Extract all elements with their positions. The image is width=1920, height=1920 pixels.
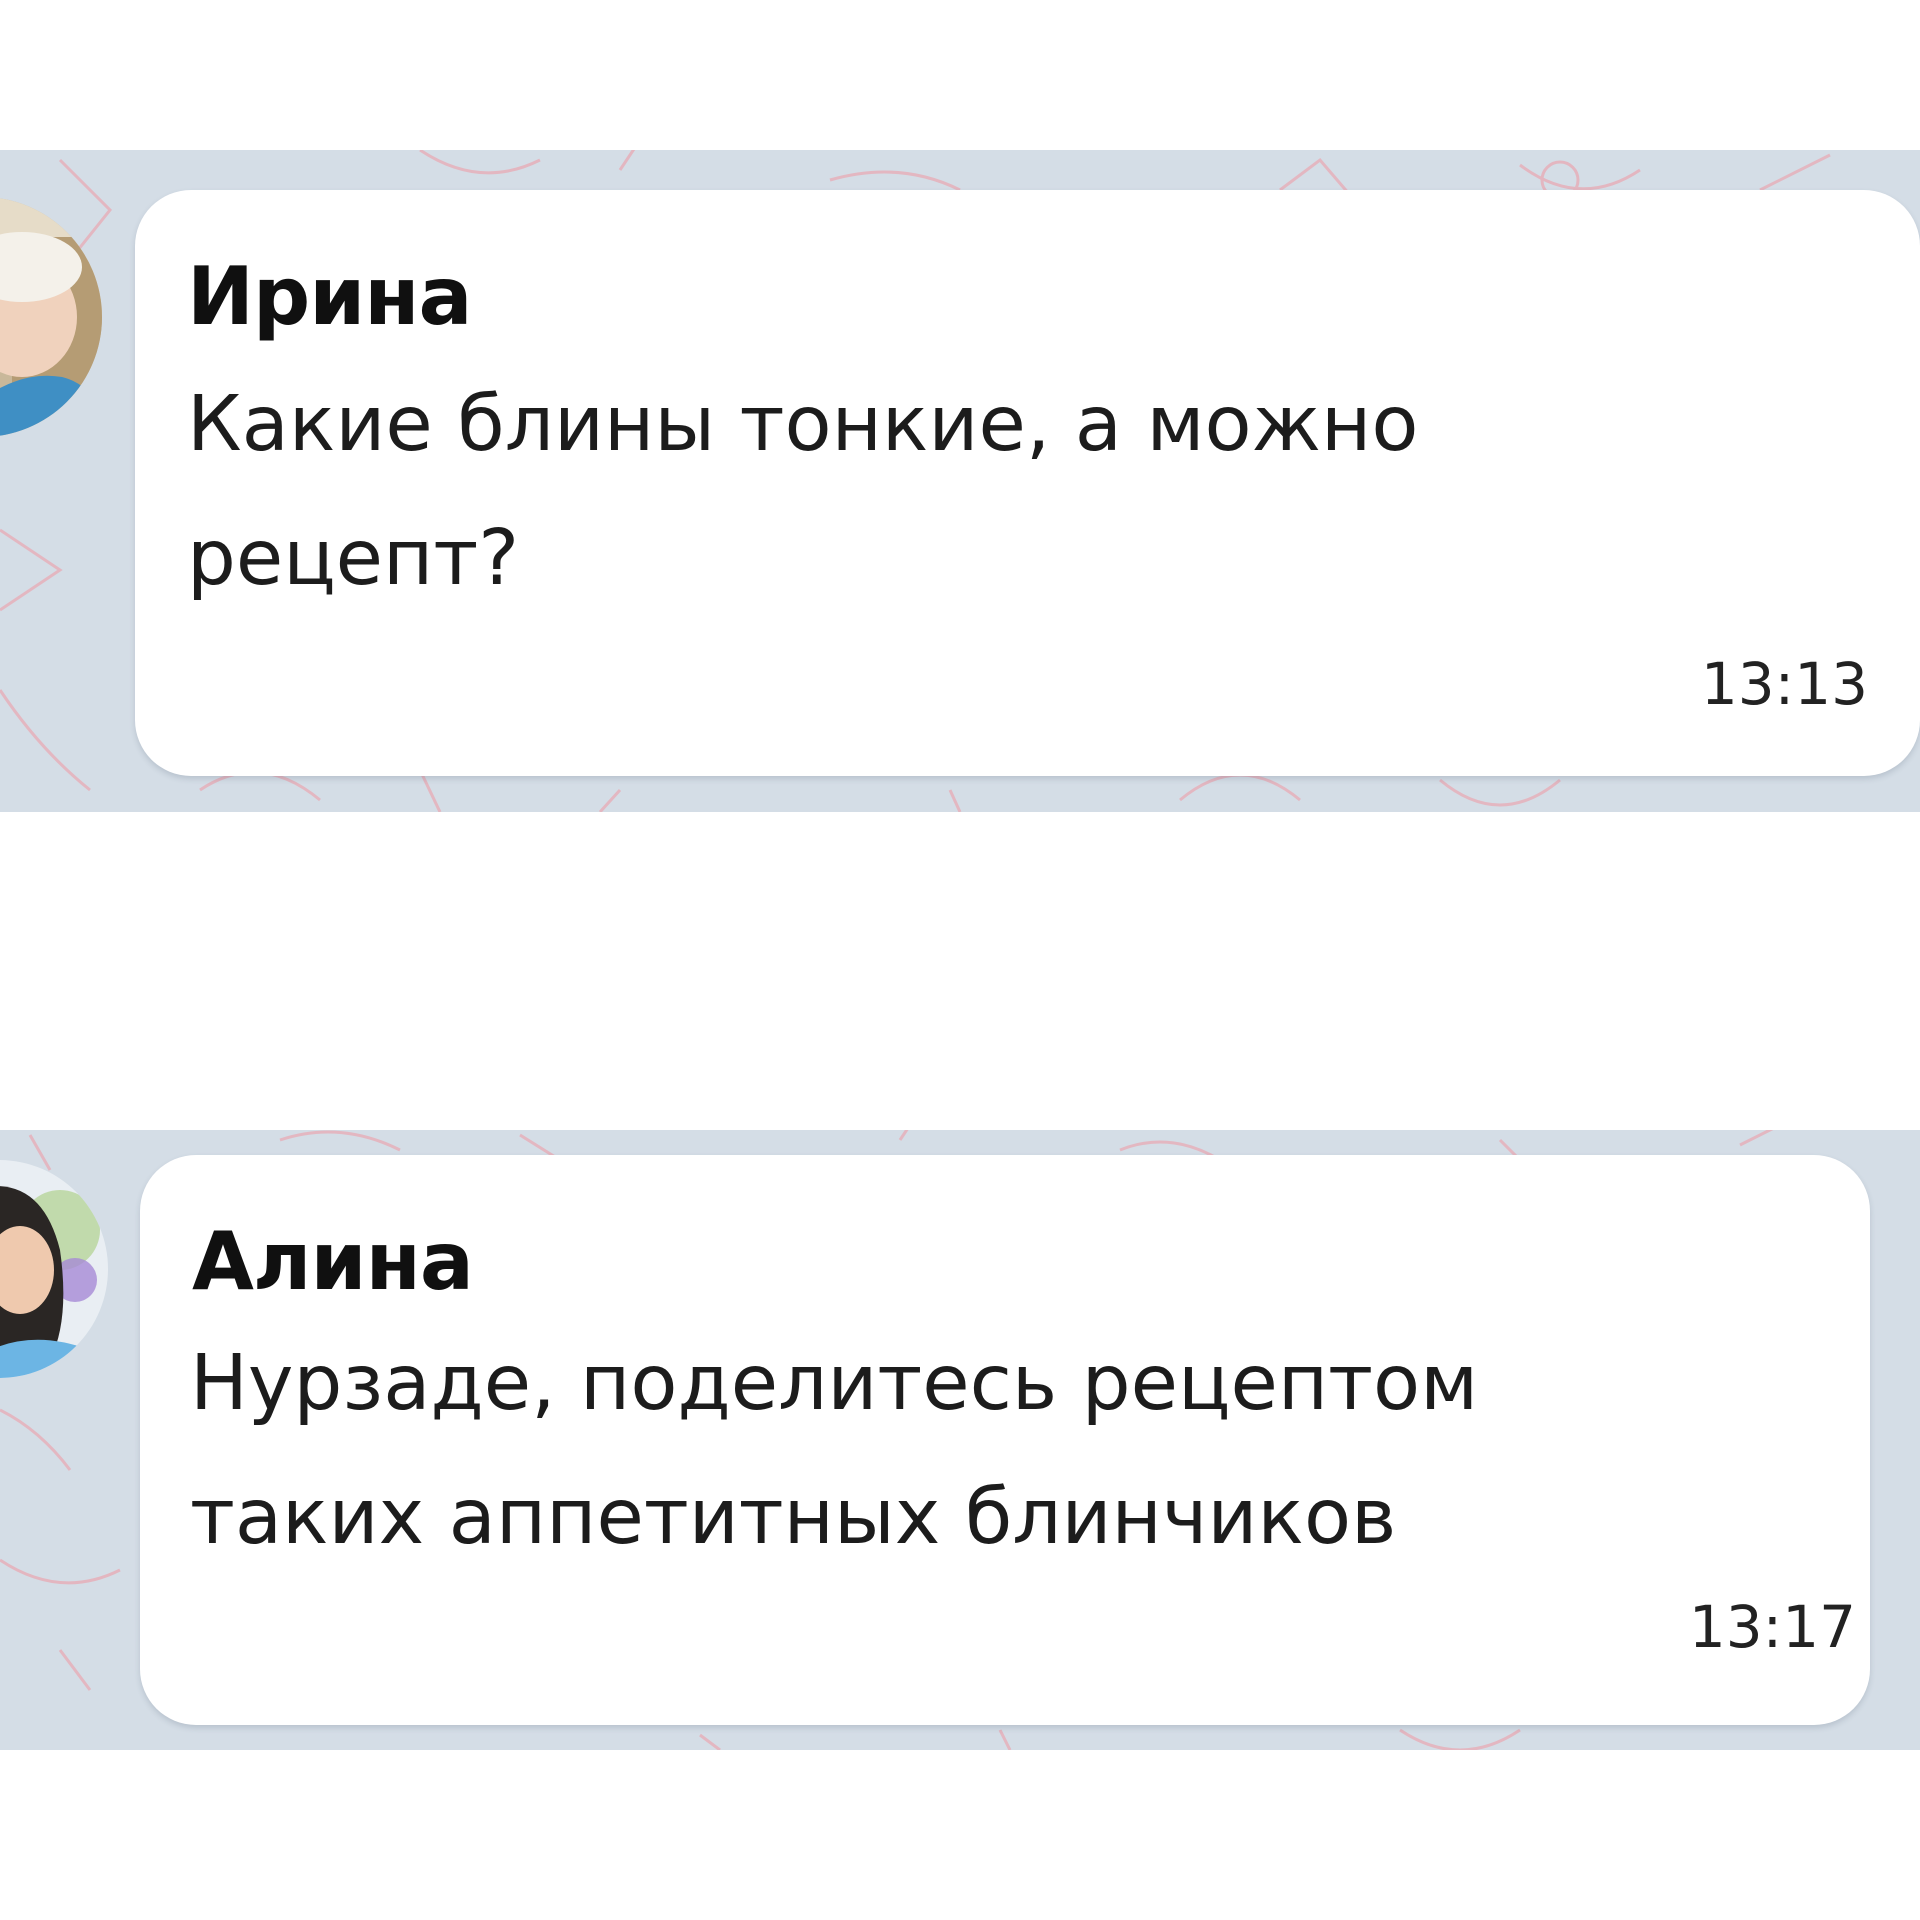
chat-area-message-2: Алина Нурзаде, поделитесь рецептом таких…: [0, 1130, 1920, 1750]
message-time: 13:13: [1700, 650, 1868, 718]
message-bubble[interactable]: Алина Нурзаде, поделитесь рецептом таких…: [140, 1155, 1870, 1725]
chat-area-message-1: Ирина Какие блины тонкие, а можно рецепт…: [0, 150, 1920, 812]
screenshot-page: Ирина Какие блины тонкие, а можно рецепт…: [0, 0, 1920, 1920]
message-text: Нурзаде, поделитесь рецептом таких аппет…: [190, 1339, 1479, 1562]
message-text: Какие блины тонкие, а можно рецепт?: [187, 380, 1419, 603]
message-bubble[interactable]: Ирина Какие блины тонкие, а можно рецепт…: [135, 190, 1920, 776]
sender-name[interactable]: Ирина: [187, 250, 473, 343]
sender-name[interactable]: Алина: [192, 1215, 474, 1308]
message-time: 13:17: [1688, 1593, 1856, 1661]
